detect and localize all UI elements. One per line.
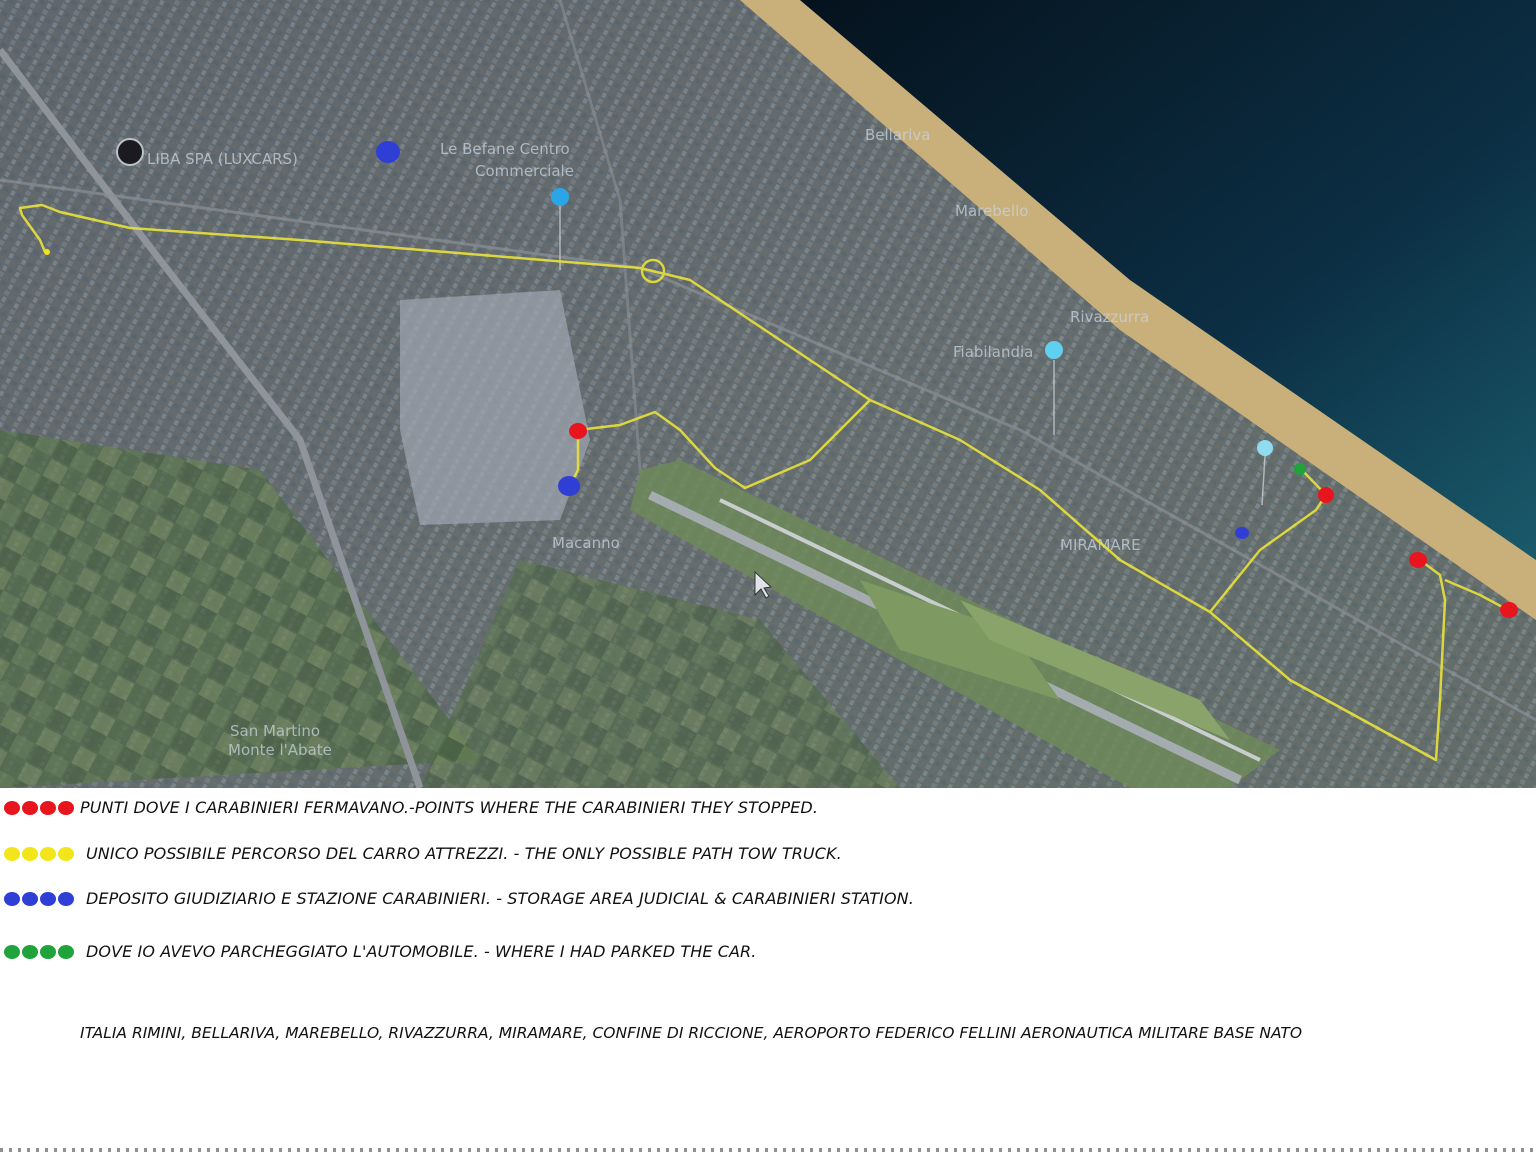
deposit-marker xyxy=(376,141,400,163)
legend: PUNTI DOVE I CARABINIERI FERMAVANO.-POIN… xyxy=(0,788,1536,1152)
stop-marker xyxy=(1500,602,1518,618)
yellow-dots-icon xyxy=(4,846,80,861)
stop-marker xyxy=(569,423,587,439)
stop-marker xyxy=(1409,552,1427,568)
legend-item-deposit: DEPOSITO GIUDIZIARIO E STAZIONE CARABINI… xyxy=(4,889,914,908)
map-label-bellariva: Bellariva xyxy=(865,126,930,144)
map-pin-icon xyxy=(1257,440,1273,456)
pin-icon xyxy=(116,138,144,166)
map-label-befane: Le Befane Centro xyxy=(440,140,570,158)
map-label-rivazzurra: Rivazzurra xyxy=(1070,308,1149,326)
legend-text-deposit: DEPOSITO GIUDIZIARIO E STAZIONE CARABINI… xyxy=(86,889,914,908)
map-label-fiabilandia: Fiabilandia xyxy=(953,343,1033,361)
map-label-macanno: Macanno xyxy=(552,534,620,552)
red-dots-icon xyxy=(4,800,80,815)
location-caption: ITALIA RIMINI, BELLARIVA, MAREBELLO, RIV… xyxy=(80,1024,1303,1042)
legend-text-stops: PUNTI DOVE I CARABINIERI FERMAVANO.-POIN… xyxy=(80,798,819,817)
parked-car-marker xyxy=(1294,463,1306,475)
map-label-befane-2: Commerciale xyxy=(475,162,574,180)
green-dots-icon xyxy=(4,944,80,959)
map-pin-icon xyxy=(551,188,569,206)
map-label-monte-abate: Monte l'Abate xyxy=(228,741,332,759)
deposit-marker xyxy=(1235,527,1249,539)
scan-edge xyxy=(0,1148,1536,1152)
stop-marker xyxy=(1318,487,1334,503)
map-label-luxcars: LIBA SPA (LUXCARS) xyxy=(147,150,298,168)
map-pin-icon xyxy=(1045,341,1063,359)
legend-text-parked: DOVE IO AVEVO PARCHEGGIATO L'AUTOMOBILE.… xyxy=(86,942,757,961)
blue-dots-icon xyxy=(4,891,80,906)
legend-item-stops: PUNTI DOVE I CARABINIERI FERMAVANO.-POIN… xyxy=(4,798,818,817)
legend-item-parked: DOVE IO AVEVO PARCHEGGIATO L'AUTOMOBILE.… xyxy=(4,942,756,961)
legend-item-route: UNICO POSSIBILE PERCORSO DEL CARRO ATTRE… xyxy=(4,844,842,863)
legend-text-route: UNICO POSSIBILE PERCORSO DEL CARRO ATTRE… xyxy=(86,844,842,863)
route-start-marker xyxy=(44,249,50,255)
map-label-san-martino: San Martino xyxy=(230,722,320,740)
map-label-marebello: Marebello xyxy=(955,202,1028,220)
satellite-map: LIBA SPA (LUXCARS) Le Befane Centro Comm… xyxy=(0,0,1536,788)
map-label-miramare: MIRAMARE xyxy=(1060,536,1141,554)
deposit-marker xyxy=(558,476,580,496)
